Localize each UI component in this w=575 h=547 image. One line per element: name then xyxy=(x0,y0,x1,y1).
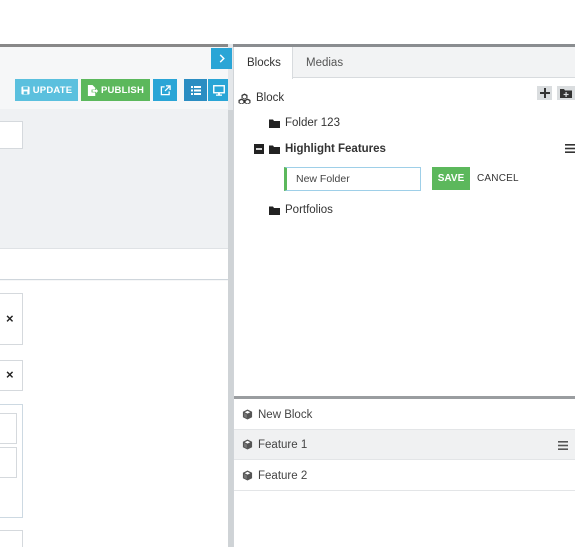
tree-item-label: Highlight Features xyxy=(285,143,386,155)
cancel-folder-label: CANCEL xyxy=(477,173,519,184)
editor-toolbar: UPDATE PUBLISH xyxy=(0,76,230,106)
collapse-panel-button[interactable] xyxy=(211,48,232,69)
preview-button[interactable] xyxy=(208,79,230,101)
tree-item-label: Portfolios xyxy=(285,204,333,216)
remove-icon[interactable]: × xyxy=(6,367,14,382)
cube-icon xyxy=(242,439,253,450)
cube-icon xyxy=(242,409,253,420)
folder-icon xyxy=(269,145,280,154)
open-external-button[interactable] xyxy=(153,79,177,101)
tree-item-folder-123[interactable]: Folder 123 xyxy=(269,117,340,129)
update-button[interactable]: UPDATE xyxy=(15,79,78,101)
plus-icon xyxy=(539,88,550,98)
save-folder-label: SAVE xyxy=(437,173,465,184)
tab-blocks-label: Blocks xyxy=(247,57,281,69)
editor-row xyxy=(0,248,228,280)
panel-tabs: Blocks Medias xyxy=(234,47,575,79)
block-item-label: Feature 1 xyxy=(258,438,308,451)
external-link-icon xyxy=(160,84,171,96)
tree-root-label: Block xyxy=(256,92,285,104)
desktop-icon xyxy=(213,84,225,96)
update-button-label: UPDATE xyxy=(32,84,73,96)
block-item-label: New Block xyxy=(258,408,313,421)
new-folder-input[interactable] xyxy=(284,167,421,191)
panel-divider[interactable] xyxy=(234,396,575,399)
cube-icon xyxy=(242,470,253,481)
add-folder-button[interactable] xyxy=(557,86,575,100)
tab-medias-label: Medias xyxy=(306,56,344,69)
minus-square-icon[interactable] xyxy=(254,144,264,154)
input-field[interactable] xyxy=(0,447,17,478)
tab-medias[interactable]: Medias xyxy=(293,47,356,78)
block-item-feature-2[interactable]: Feature 2 xyxy=(234,461,575,491)
list-icon xyxy=(190,85,201,95)
chevron-right-icon xyxy=(218,54,226,63)
list-view-button[interactable] xyxy=(184,79,207,101)
block-item-new-block[interactable]: New Block xyxy=(234,400,575,430)
tree-root[interactable]: Block xyxy=(238,92,284,104)
editor-section xyxy=(0,109,228,249)
hamburger-icon[interactable] xyxy=(558,441,568,450)
text-field-top[interactable] xyxy=(0,121,23,149)
publish-button-label: PUBLISH xyxy=(100,84,145,96)
editor-fields-area xyxy=(0,281,228,547)
publish-button[interactable]: PUBLISH xyxy=(81,79,150,101)
tree-item-portfolios[interactable]: Portfolios xyxy=(269,204,333,216)
block-item-label: Feature 2 xyxy=(258,469,308,482)
block-item-feature-1[interactable]: Feature 1 xyxy=(234,430,575,460)
add-block-button[interactable] xyxy=(537,86,552,100)
cancel-folder-button[interactable]: CANCEL xyxy=(477,173,519,184)
tree-item-label: Folder 123 xyxy=(285,117,340,129)
save-icon xyxy=(21,85,30,95)
folder-icon xyxy=(269,206,280,215)
folder-plus-icon xyxy=(560,88,572,98)
hamburger-icon[interactable] xyxy=(565,144,575,153)
remove-icon[interactable]: × xyxy=(6,311,14,326)
input-field[interactable] xyxy=(0,413,17,444)
cubes-icon xyxy=(238,93,251,104)
folder-icon xyxy=(269,119,280,128)
save-folder-button[interactable]: SAVE xyxy=(432,167,470,190)
tree-item-highlight-features[interactable]: Highlight Features xyxy=(254,143,386,155)
field-box xyxy=(0,530,23,547)
file-export-icon xyxy=(87,84,98,96)
tab-blocks[interactable]: Blocks xyxy=(234,47,293,79)
